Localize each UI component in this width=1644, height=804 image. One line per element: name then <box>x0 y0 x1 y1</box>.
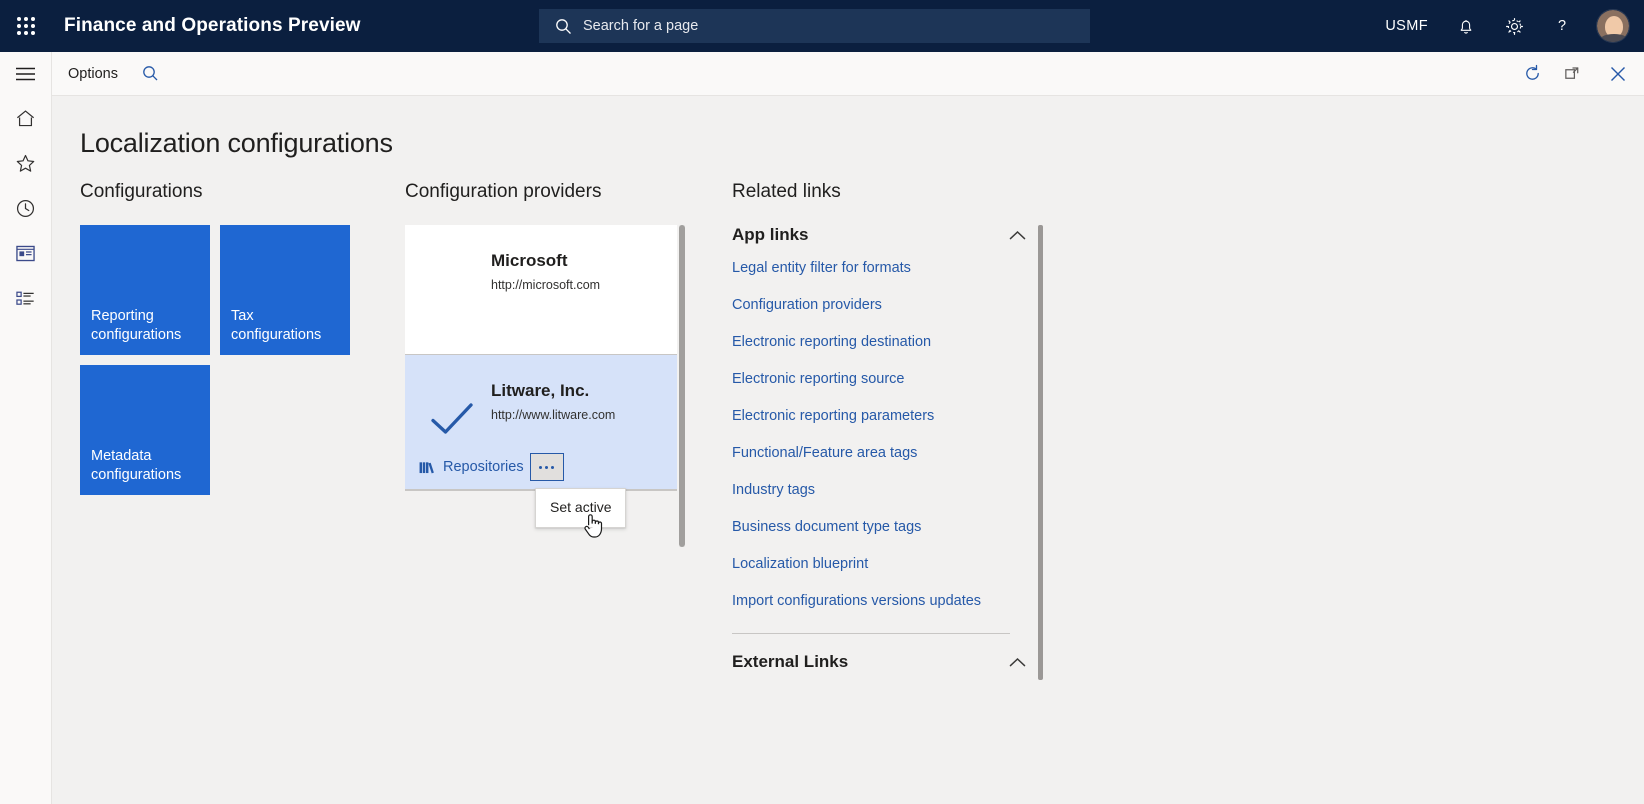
tile-label: Reporting configurations <box>91 307 202 345</box>
provider-card-microsoft[interactable]: Microsoft http://microsoft.com <box>405 225 677 355</box>
chevron-up-icon[interactable] <box>1009 230 1026 241</box>
star-icon <box>15 153 36 174</box>
configurations-section: Configurations Reporting configurations … <box>80 181 405 750</box>
bell-icon <box>1457 17 1475 36</box>
clock-icon <box>15 198 36 219</box>
configuration-providers-panel: Microsoft http://microsoft.com Litware, … <box>405 225 685 750</box>
related-link-import-configurations-versions-updates[interactable]: Import configurations versions updates <box>732 582 1038 619</box>
repositories-label: Repositories <box>443 459 524 475</box>
app-title: Finance and Operations Preview <box>64 15 361 37</box>
dot <box>539 466 542 469</box>
provider-name: Microsoft <box>491 251 677 271</box>
global-search-placeholder: Search for a page <box>583 18 698 34</box>
related-link-electronic-reporting-destination[interactable]: Electronic reporting destination <box>732 323 1038 360</box>
links-divider <box>732 633 1010 634</box>
configuration-providers-section: Configuration providers Microsoft http:/… <box>405 181 732 750</box>
provider-url: http://microsoft.com <box>491 278 677 292</box>
hamburger-icon <box>15 67 36 81</box>
chevron-up-icon[interactable] <box>1009 657 1026 668</box>
links-group-title: App links <box>732 225 809 245</box>
sidebar-item-home[interactable] <box>0 96 52 141</box>
links-group-external-links-header[interactable]: External Links <box>732 652 1038 672</box>
provider-more-button[interactable] <box>530 453 564 481</box>
hamburger-menu-button[interactable] <box>0 52 52 96</box>
tile-label: Metadata configurations <box>91 447 202 485</box>
related-link-localization-blueprint[interactable]: Localization blueprint <box>732 545 1038 582</box>
related-link-electronic-reporting-parameters[interactable]: Electronic reporting parameters <box>732 397 1038 434</box>
links-group-title: External Links <box>732 652 848 672</box>
related-link-functional-feature-area-tags[interactable]: Functional/Feature area tags <box>732 434 1038 471</box>
app-launcher-button[interactable] <box>0 0 52 52</box>
topbar-right-group: USMF ? <box>1371 0 1644 52</box>
links-group-app-links-header[interactable]: App links <box>732 225 1038 245</box>
workspace-icon <box>15 244 36 263</box>
company-selector[interactable]: USMF <box>1371 0 1442 52</box>
settings-button[interactable] <box>1490 0 1538 52</box>
configuration-tiles: Reporting configurations Tax configurati… <box>80 225 350 495</box>
command-bar-right-group <box>1512 52 1644 96</box>
refresh-icon <box>1523 64 1542 83</box>
tile-label: Tax configurations <box>231 307 342 345</box>
provider-context-menu: Set active <box>535 488 626 528</box>
configurations-heading: Configurations <box>80 181 405 203</box>
provider-card-litware[interactable]: Litware, Inc. http://www.litware.com <box>405 355 677 490</box>
open-in-new-window-icon <box>1563 64 1582 83</box>
refresh-button[interactable] <box>1512 52 1552 96</box>
sidebar-item-recent[interactable] <box>0 186 52 231</box>
top-navigation-bar: Finance and Operations Preview Search fo… <box>0 0 1644 52</box>
close-button[interactable] <box>1592 52 1644 96</box>
global-search-box[interactable]: Search for a page <box>539 9 1090 43</box>
dot <box>551 466 554 469</box>
notifications-button[interactable] <box>1442 0 1490 52</box>
close-icon <box>1609 65 1627 83</box>
related-link-legal-entity-filter-for-formats[interactable]: Legal entity filter for formats <box>732 249 1038 286</box>
related-link-business-document-type-tags[interactable]: Business document type tags <box>732 508 1038 545</box>
related-link-industry-tags[interactable]: Industry tags <box>732 471 1038 508</box>
tile-reporting-configurations[interactable]: Reporting configurations <box>80 225 210 355</box>
page-title: Localization configurations <box>80 128 1644 159</box>
provider-list-empty-area <box>405 490 677 750</box>
help-button[interactable]: ? <box>1538 0 1586 52</box>
list-icon <box>15 289 36 308</box>
related-links-panel: App links Legal entity filter for format… <box>732 225 1038 672</box>
options-button[interactable]: Options <box>54 52 132 96</box>
avatar[interactable] <box>1596 9 1630 43</box>
related-links-scrollbar-thumb[interactable] <box>1038 225 1043 680</box>
configuration-providers-heading: Configuration providers <box>405 181 732 203</box>
search-icon <box>555 18 572 35</box>
gear-icon <box>1504 16 1525 37</box>
waffle-icon <box>17 17 35 35</box>
workspace-body: Localization configurations Configuratio… <box>52 96 1644 804</box>
tile-tax-configurations[interactable]: Tax configurations <box>220 225 350 355</box>
related-link-electronic-reporting-source[interactable]: Electronic reporting source <box>732 360 1038 397</box>
repositories-link[interactable]: Repositories <box>419 459 524 475</box>
page-search-button[interactable] <box>132 52 169 96</box>
command-bar: Options <box>52 52 1644 96</box>
dot <box>545 466 548 469</box>
related-link-configuration-providers[interactable]: Configuration providers <box>732 286 1038 323</box>
provider-list-scrollbar-track[interactable] <box>679 225 685 547</box>
tile-metadata-configurations[interactable]: Metadata configurations <box>80 365 210 495</box>
related-links-heading: Related links <box>732 181 1112 203</box>
sidebar-item-favorites[interactable] <box>0 141 52 186</box>
checkmark-icon <box>431 403 473 437</box>
related-links-section: Related links App links Legal entity fil… <box>732 181 1112 750</box>
repositories-icon <box>419 460 435 475</box>
search-icon <box>142 65 159 82</box>
context-menu-item-set-active[interactable]: Set active <box>536 494 625 522</box>
sidebar-item-modules[interactable] <box>0 276 52 321</box>
left-navigation-rail <box>0 52 52 804</box>
sidebar-item-workspaces[interactable] <box>0 231 52 276</box>
provider-url: http://www.litware.com <box>491 408 677 422</box>
workspace-columns: Configurations Reporting configurations … <box>52 181 1644 750</box>
provider-name: Litware, Inc. <box>491 381 677 401</box>
avatar-body <box>1599 34 1629 43</box>
provider-actions: Repositories <box>419 453 564 481</box>
home-icon <box>15 108 36 129</box>
popout-button[interactable] <box>1552 52 1592 96</box>
provider-list-scrollbar-thumb[interactable] <box>679 225 685 547</box>
